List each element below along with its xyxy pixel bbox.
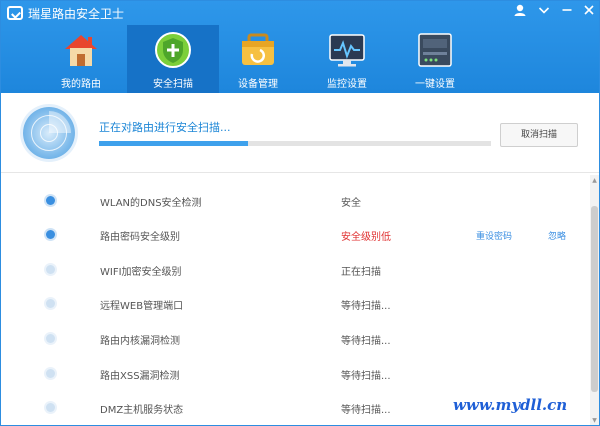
check-list: WLAN的DNS安全检测 安全 路由密码安全级别 安全级别低 重设密码 忽略 W… [1, 175, 589, 425]
status-dot [46, 403, 55, 412]
title-bar: 瑞星路由安全卫士 [1, 1, 599, 25]
tab-label: 设备管理 [238, 79, 278, 90]
tab-one-click-setup[interactable]: 一键设置 [389, 25, 481, 93]
user-icon-svg [514, 4, 526, 16]
list-item: 路由XSS漏洞检测 等待扫描... [1, 357, 589, 391]
check-name: 路由密码安全级别 [100, 232, 180, 243]
tab-device-management[interactable]: 设备管理 [212, 25, 304, 93]
scan-status-text: 正在对路由进行安全扫描... [99, 121, 231, 134]
scroll-up-icon[interactable]: ▲ [591, 177, 598, 185]
shield-icon [155, 32, 191, 68]
list-item: WIFI加密安全级别 正在扫描 [1, 253, 589, 287]
close-svg [584, 5, 594, 15]
tab-monitor-settings[interactable]: 监控设置 [301, 25, 393, 93]
status-dot [46, 334, 55, 343]
check-name: DMZ主机服务状态 [100, 405, 184, 416]
tab-label: 我的路由 [61, 79, 101, 90]
monitor-icon [329, 34, 365, 67]
app-title: 瑞星路由安全卫士 [28, 7, 125, 21]
status-dot [46, 369, 55, 378]
check-status: 安全 [341, 198, 361, 209]
scan-progress-bar [99, 141, 491, 146]
tab-security-scan[interactable]: 安全扫描 [127, 25, 219, 93]
scroll-down-icon[interactable]: ▼ [591, 417, 598, 425]
site-watermark: www.mydll.cn [453, 396, 568, 414]
app-logo-icon [7, 6, 23, 20]
main-nav: 我的路由 安全扫描 设备管理 监控设置 一键设置 [1, 25, 599, 93]
check-status: 正在扫描 [341, 267, 381, 278]
list-item: WLAN的DNS安全检测 安全 [1, 184, 589, 218]
cancel-scan-button[interactable]: 取消扫描 [500, 123, 578, 147]
check-name: WLAN的DNS安全检测 [100, 198, 202, 209]
status-dot [46, 196, 55, 205]
check-name: 路由XSS漏洞检测 [100, 371, 180, 382]
list-item: 路由密码安全级别 安全级别低 重设密码 忽略 [1, 218, 589, 252]
router-icon [418, 33, 452, 67]
list-item: 路由内核漏洞检测 等待扫描... [1, 322, 589, 356]
check-status: 等待扫描... [341, 301, 391, 312]
check-status: 安全级别低 [341, 232, 391, 243]
reset-password-link[interactable]: 重设密码 [476, 229, 512, 242]
tab-my-router[interactable]: 我的路由 [35, 25, 127, 93]
tab-label: 监控设置 [327, 79, 367, 90]
radar-sweep [49, 111, 71, 133]
check-name: 路由内核漏洞检测 [100, 336, 180, 347]
chevron-down-svg [538, 7, 550, 14]
app-window: 瑞星路由安全卫士 我的路由 安全扫描 设备管理 监控设置 一键设置 正在对路由进… [0, 0, 600, 426]
close-icon[interactable] [579, 3, 599, 23]
check-status: 等待扫描... [341, 371, 391, 382]
check-status: 等待扫描... [341, 405, 391, 416]
radar-icon [23, 107, 75, 159]
check-status: 等待扫描... [341, 336, 391, 347]
toolbox-icon [242, 33, 274, 65]
header: 瑞星路由安全卫士 我的路由 安全扫描 设备管理 监控设置 一键设置 [1, 1, 599, 93]
list-item: 远程WEB管理端口 等待扫描... [1, 287, 589, 321]
tab-label: 安全扫描 [153, 79, 193, 90]
check-name: WIFI加密安全级别 [100, 267, 182, 278]
list-scrollbar[interactable]: ▲ ▼ [590, 175, 599, 425]
status-dot [46, 265, 55, 274]
minimize-icon[interactable] [557, 3, 577, 23]
status-dot [46, 230, 55, 239]
chevron-down-icon[interactable] [534, 3, 554, 23]
user-icon[interactable] [510, 3, 530, 23]
scroll-thumb[interactable] [591, 206, 598, 392]
check-name: 远程WEB管理端口 [100, 301, 184, 312]
house-icon [65, 35, 97, 66]
ignore-link[interactable]: 忽略 [548, 229, 566, 242]
minimize-svg [562, 9, 572, 11]
tab-label: 一键设置 [415, 79, 455, 90]
status-dot [46, 299, 55, 308]
scan-progress-fill [99, 141, 248, 146]
scan-status-panel: 正在对路由进行安全扫描... 取消扫描 [1, 93, 599, 173]
